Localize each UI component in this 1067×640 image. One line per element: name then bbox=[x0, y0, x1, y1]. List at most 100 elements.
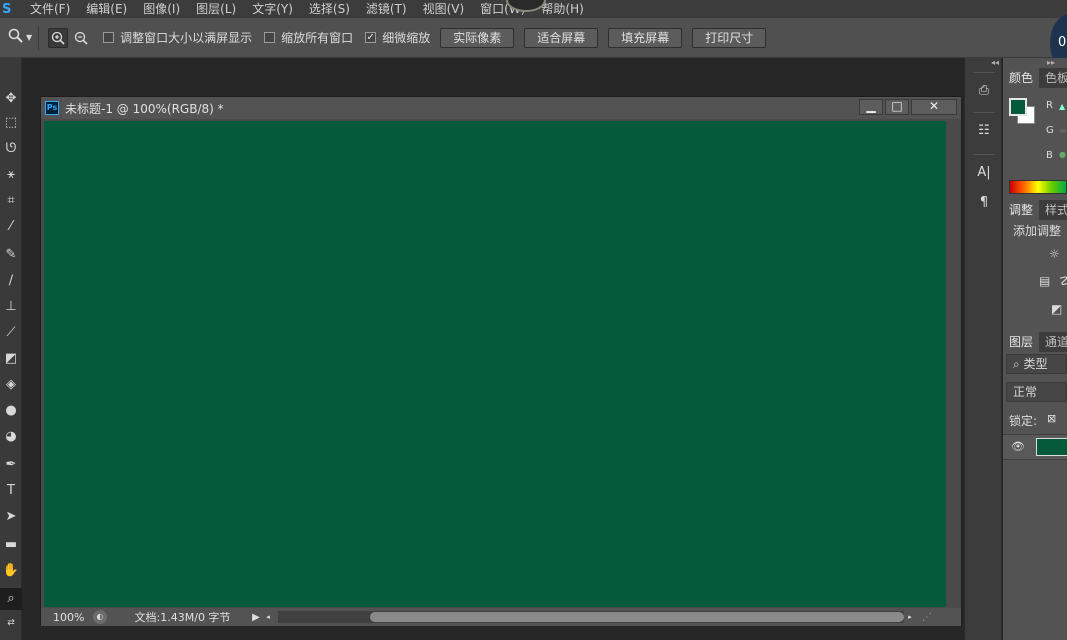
separator bbox=[973, 72, 995, 73]
close-button[interactable]: ✕ bbox=[911, 99, 957, 115]
resize-windows-checkbox[interactable]: 调整窗口大小以满屏显示 bbox=[103, 29, 252, 46]
dodge-tool-icon[interactable]: ◕ bbox=[0, 426, 22, 448]
separator bbox=[973, 154, 995, 155]
menu-view[interactable]: 视图(V) bbox=[415, 0, 473, 18]
menu-file[interactable]: 文件(F) bbox=[22, 0, 78, 18]
menu-image[interactable]: 图像(I) bbox=[135, 0, 188, 18]
slider-marker-icon[interactable]: ● bbox=[1059, 150, 1067, 159]
adjustments-panel-tabs: 调整 样式 bbox=[1003, 200, 1067, 220]
document-window: Ps 未标题-1 @ 100%(RGB/8) * ▁ □ ✕ 100% ◐ 文档… bbox=[40, 96, 962, 626]
blend-mode-select[interactable]: 正常 bbox=[1006, 382, 1067, 402]
zoom-out-button[interactable] bbox=[71, 28, 91, 48]
scroll-right-arrow-icon[interactable]: ▸ bbox=[904, 613, 916, 621]
status-info-icon[interactable]: ◐ bbox=[93, 610, 107, 624]
paragraph-panel-icon[interactable]: ¶ bbox=[973, 192, 995, 214]
tab-adjustments[interactable]: 调整 bbox=[1003, 200, 1040, 220]
checkbox-checked[interactable]: ✓ bbox=[365, 32, 377, 43]
menu-layer[interactable]: 图层(L) bbox=[188, 0, 244, 18]
scroll-left-arrow-icon[interactable]: ◂ bbox=[262, 613, 274, 621]
history-panel-icon[interactable]: ⎙ bbox=[973, 80, 995, 102]
fit-screen-button[interactable]: 适合屏幕 bbox=[524, 27, 599, 48]
levels-adjustment-icon[interactable]: ▤ bbox=[1039, 274, 1050, 288]
color-spectrum[interactable] bbox=[1009, 180, 1067, 194]
path-selection-tool-icon[interactable]: ➤ bbox=[0, 506, 22, 528]
history-brush-tool-icon[interactable]: ⟋ bbox=[0, 322, 22, 344]
paint-bucket-tool-icon[interactable]: ◈ bbox=[0, 374, 22, 396]
blur-tool-icon[interactable]: ● bbox=[0, 400, 22, 422]
print-size-button[interactable]: 打印尺寸 bbox=[692, 27, 767, 48]
brush-tool-icon[interactable]: ∕ bbox=[0, 270, 22, 292]
horizontal-scrollbar-thumb[interactable] bbox=[370, 612, 904, 622]
collapse-arrows-icon[interactable]: ▸▸ bbox=[1047, 58, 1055, 67]
eraser-tool-icon[interactable]: ◩ bbox=[0, 348, 22, 370]
tab-swatches[interactable]: 色板 bbox=[1039, 68, 1067, 88]
collapse-arrows-icon[interactable]: ◂◂ bbox=[969, 58, 999, 68]
checkbox-box[interactable] bbox=[103, 32, 115, 43]
vertical-scrollbar[interactable] bbox=[949, 121, 961, 607]
horizontal-scrollbar[interactable] bbox=[278, 611, 904, 623]
separator bbox=[973, 112, 995, 113]
minimize-button[interactable]: ▁ bbox=[859, 99, 883, 115]
scrubby-zoom-label: 细微缩放 bbox=[382, 31, 431, 45]
document-title-bar[interactable]: Ps 未标题-1 @ 100%(RGB/8) * ▁ □ ✕ bbox=[41, 97, 961, 119]
actual-pixels-button[interactable]: 实际像素 bbox=[440, 27, 515, 48]
tab-styles[interactable]: 样式 bbox=[1039, 200, 1067, 220]
properties-panel-icon[interactable]: ☷ bbox=[973, 120, 995, 142]
tab-layers[interactable]: 图层 bbox=[1003, 332, 1040, 352]
crop-tool-icon[interactable]: ⌗ bbox=[0, 190, 22, 212]
menu-edit[interactable]: 编辑(E) bbox=[78, 0, 135, 18]
slider-marker-icon[interactable]: ▲ bbox=[1059, 102, 1067, 111]
character-panel-icon[interactable]: A| bbox=[973, 162, 995, 184]
magic-wand-tool-icon[interactable]: ⚹ bbox=[0, 164, 22, 186]
resize-grip-icon[interactable]: ⋰ bbox=[922, 612, 934, 623]
brightness-adjustment-icon[interactable]: ☼ bbox=[1049, 247, 1060, 261]
panel-icon-strip: ◂◂ ⎙ ☷ A| ¶ bbox=[964, 58, 1002, 640]
slider-marker-icon[interactable]: ▬ bbox=[1059, 126, 1067, 135]
menu-filter[interactable]: 滤镜(T) bbox=[358, 0, 415, 18]
scrubby-zoom-checkbox[interactable]: ✓ 细微缩放 bbox=[365, 29, 430, 46]
layers-panel-tabs: 图层 通道 bbox=[1003, 332, 1067, 352]
rectangle-tool-icon[interactable]: ▬ bbox=[0, 534, 22, 556]
swap-colors-icon[interactable]: ⇄ bbox=[0, 612, 22, 634]
tab-channels[interactable]: 通道 bbox=[1039, 332, 1067, 352]
healing-brush-tool-icon[interactable]: ✎ bbox=[0, 244, 22, 266]
marquee-tool-icon[interactable]: ⬚ bbox=[0, 112, 22, 134]
lock-transparency-icon[interactable]: ⊠ bbox=[1047, 412, 1056, 425]
pen-tool-icon[interactable]: ✒ bbox=[0, 454, 22, 476]
zoom-in-button[interactable] bbox=[48, 27, 69, 48]
clone-stamp-tool-icon[interactable]: ⊥ bbox=[0, 296, 22, 318]
zoom-all-windows-checkbox[interactable]: 缩放所有窗口 bbox=[264, 29, 353, 46]
layer-filter-input[interactable]: ⌕ 类型 bbox=[1006, 354, 1067, 374]
tab-color[interactable]: 颜色 bbox=[1003, 68, 1040, 88]
eye-visibility-icon[interactable]: 👁 bbox=[1011, 440, 1025, 453]
move-tool-icon[interactable]: ✥ bbox=[0, 88, 22, 110]
channel-label-r: R bbox=[1046, 100, 1053, 111]
document-title: 未标题-1 @ 100%(RGB/8) * bbox=[65, 101, 224, 116]
chevron-down-icon[interactable]: ▼ bbox=[26, 33, 32, 42]
hand-tool-icon[interactable]: ✋ bbox=[0, 560, 22, 582]
lasso-tool-icon[interactable]: ᘎ bbox=[0, 138, 22, 160]
search-icon: ⌕ bbox=[1013, 357, 1024, 371]
maximize-button[interactable]: □ bbox=[885, 99, 909, 115]
document-canvas[interactable] bbox=[44, 121, 946, 607]
fill-screen-button[interactable]: 填充屏幕 bbox=[608, 27, 683, 48]
checkbox-box[interactable] bbox=[264, 32, 276, 43]
curves-adjustment-icon[interactable]: ☡ bbox=[1059, 274, 1067, 288]
add-adjustment-label: 添加调整 bbox=[1013, 224, 1062, 238]
document-status-bar: 100% ◐ 文档:1.43M/0 字节 ▶ ◂ ▸ ⋰ bbox=[41, 608, 961, 626]
zoom-level[interactable]: 100% bbox=[41, 611, 93, 624]
layer-thumbnail[interactable] bbox=[1036, 438, 1067, 456]
menu-select[interactable]: 选择(S) bbox=[301, 0, 358, 18]
status-menu-arrow-icon[interactable]: ▶ bbox=[250, 612, 262, 623]
separator bbox=[38, 25, 40, 50]
foreground-color-swatch[interactable] bbox=[1009, 98, 1027, 116]
tools-panel: ✥ ⬚ ᘎ ⚹ ⌗ ⁄ ✎ ∕ ⊥ ⟋ ◩ ◈ ● ◕ ✒ T ➤ ▬ ✋ ⌕ … bbox=[0, 58, 22, 640]
zoom-tool-icon[interactable] bbox=[8, 28, 24, 48]
options-bar: ▼ 调整窗口大小以满屏显示 缩放所有窗口 ✓ 细微缩放 实际像素 适合屏幕 填充… bbox=[0, 18, 1067, 58]
exposure-adjustment-icon[interactable]: ◩ bbox=[1051, 302, 1062, 316]
menu-type[interactable]: 文字(Y) bbox=[244, 0, 301, 18]
layer-row[interactable]: 👁 bbox=[1003, 434, 1067, 460]
eyedropper-tool-icon[interactable]: ⁄ bbox=[0, 216, 22, 238]
type-tool-icon[interactable]: T bbox=[0, 480, 22, 502]
zoom-tool-icon[interactable]: ⌕ bbox=[0, 588, 22, 610]
